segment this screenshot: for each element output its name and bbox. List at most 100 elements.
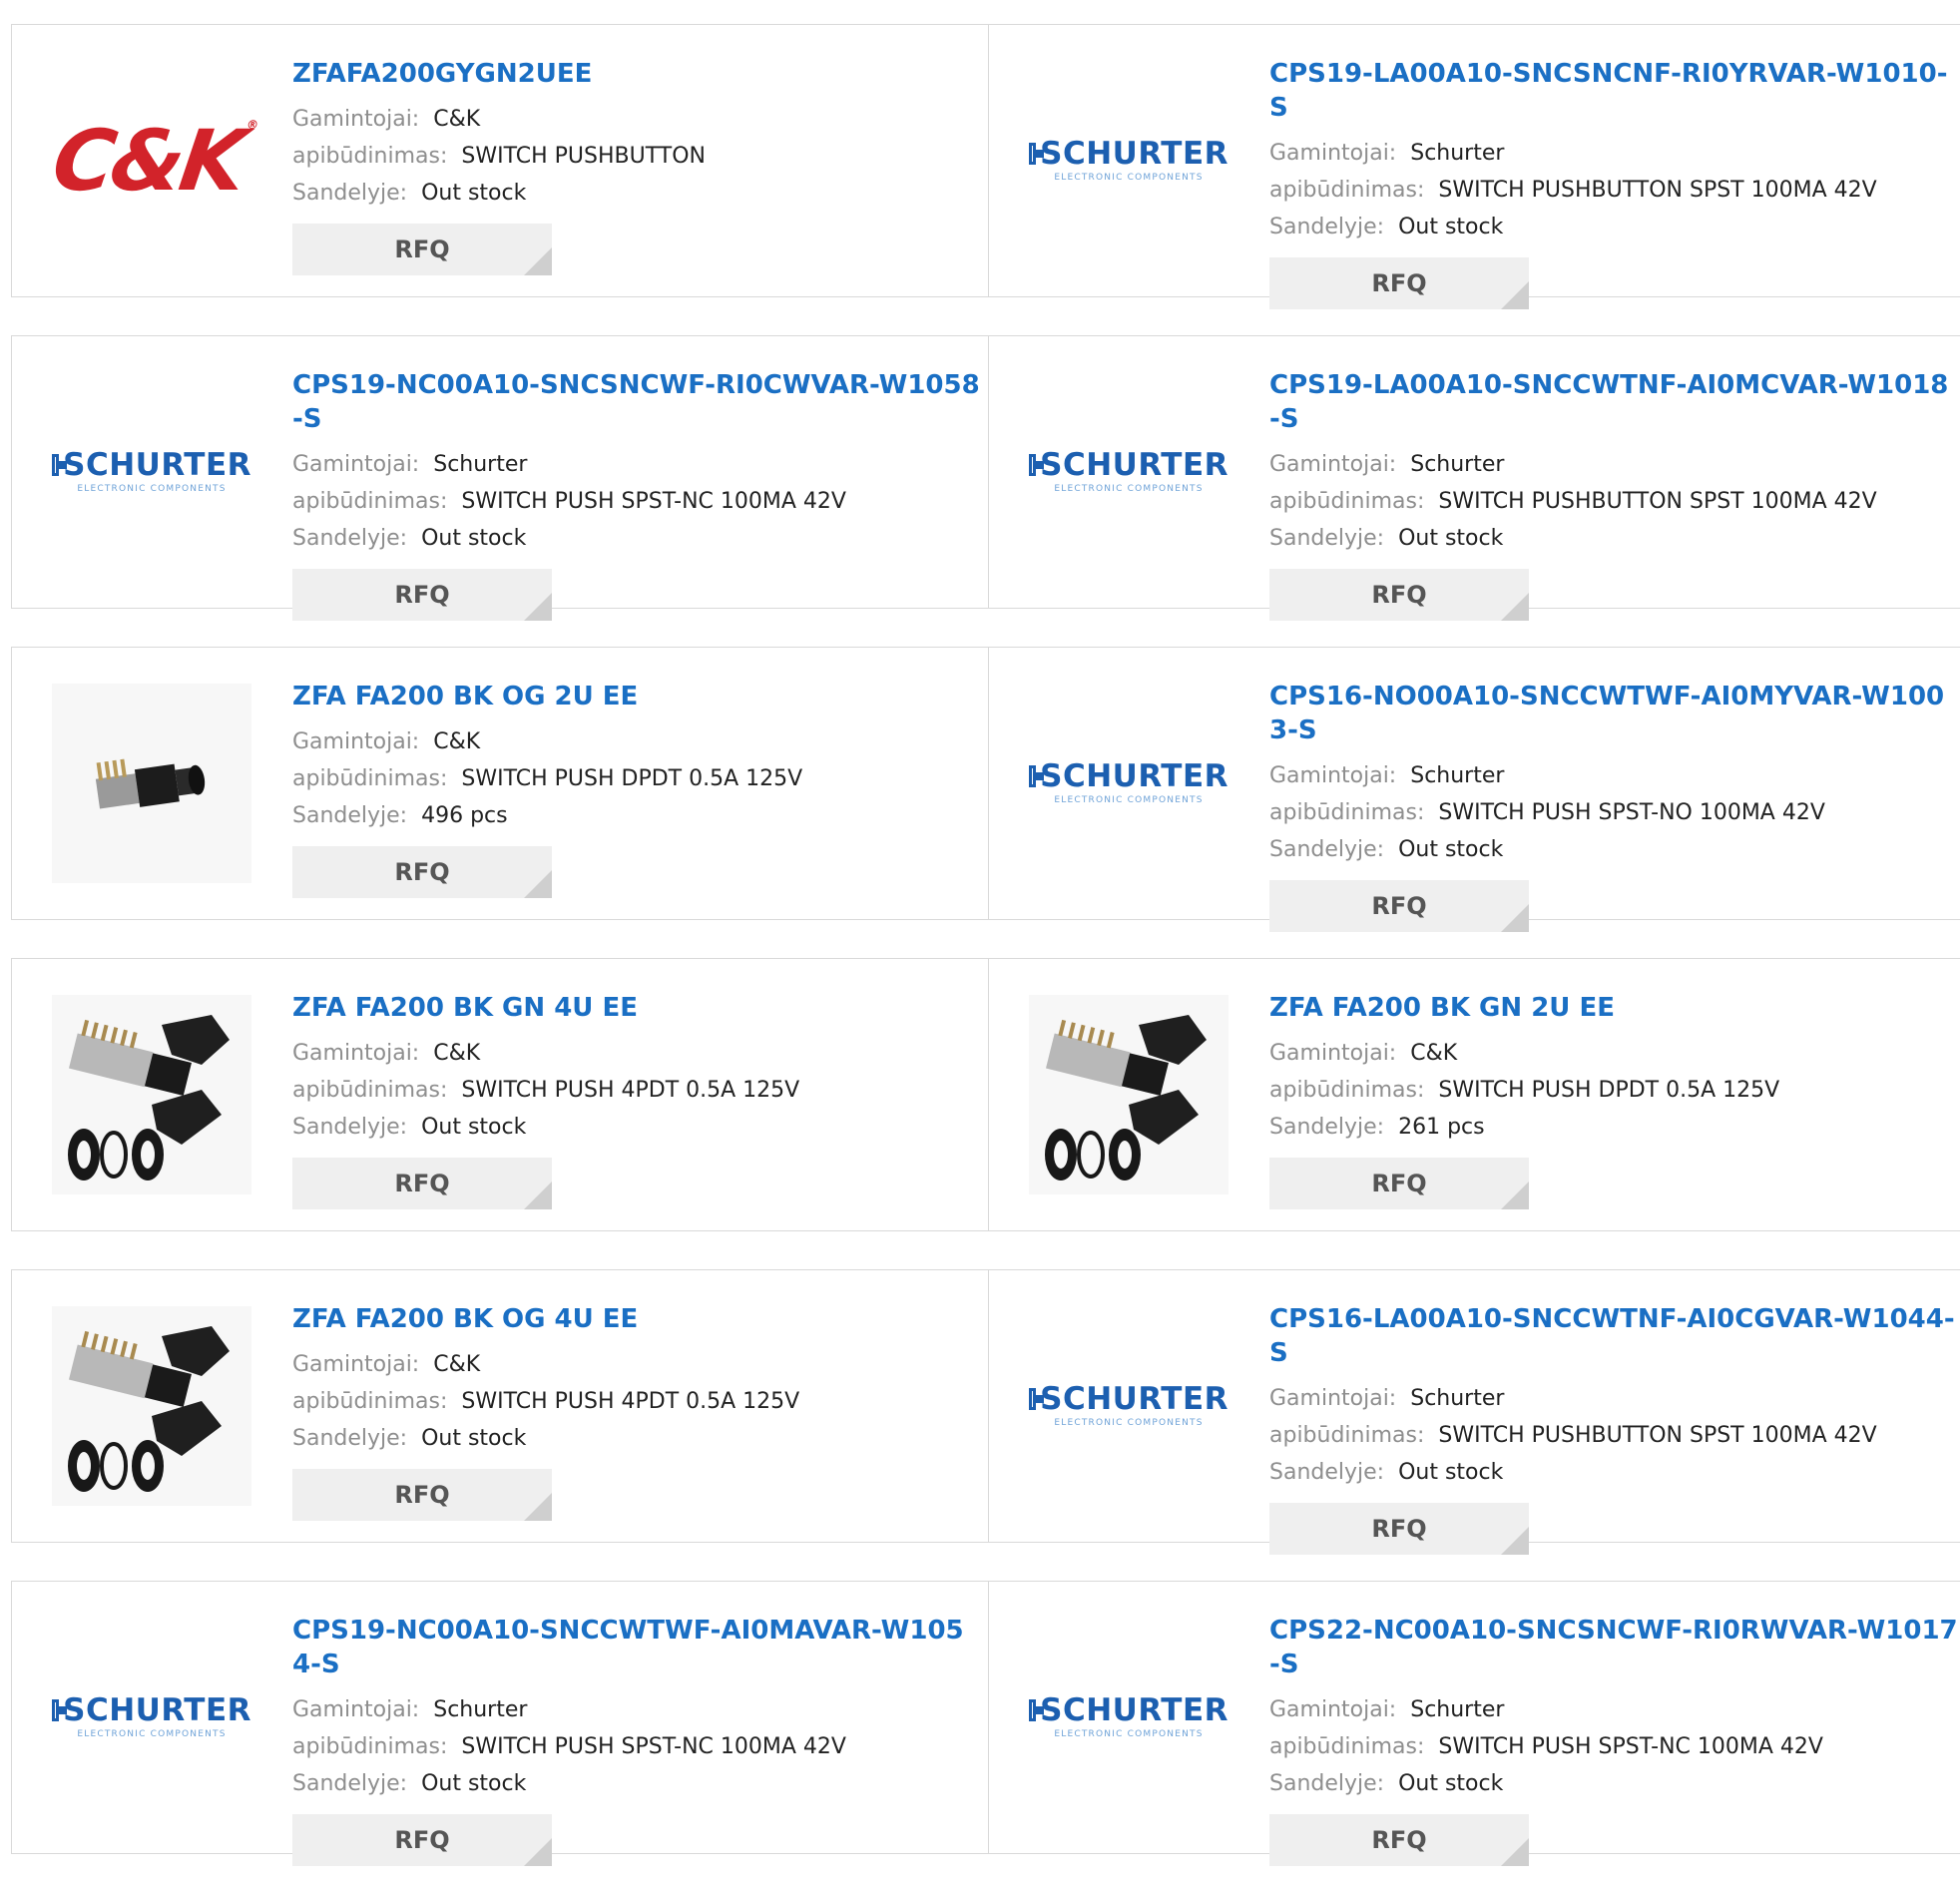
switch-photo-graphic (52, 684, 251, 883)
product-image[interactable]: C&K® (47, 61, 255, 260)
rfq-button[interactable]: RFQ (292, 224, 552, 275)
rfq-button[interactable]: RFQ (292, 569, 552, 621)
rfq-button[interactable]: RFQ (1269, 569, 1529, 621)
product-row: SCHURTER ELECTRONIC COMPONENTS CPS19-NC00… (11, 1581, 1960, 1866)
manufacturer-value: C&K (1410, 1041, 1458, 1066)
schurter-logo-tagline: ELECTRONIC COMPONENTS (1054, 1729, 1204, 1739)
product-image[interactable]: SCHURTER ELECTRONIC COMPONENTS (52, 372, 251, 572)
manufacturer-label: Gamintojai: (1269, 1386, 1397, 1411)
corner-fold-icon (524, 1838, 552, 1866)
product-card: SCHURTER ELECTRONIC COMPONENTS CPS16-LA00… (988, 1269, 1960, 1555)
description-row: apibūdinimas: SWITCH PUSH 4PDT 0.5A 125V (292, 1072, 991, 1109)
manufacturer-value: Schurter (1410, 141, 1505, 166)
rfq-button[interactable]: RFQ (1269, 257, 1529, 309)
manufacturer-row: Gamintojai: C&K (292, 1035, 991, 1072)
product-title-link[interactable]: ZFA FA200 BK GN 2U EE (1269, 991, 1958, 1025)
description-value: SWITCH PUSH SPST-NC 100MA 42V (1438, 1734, 1823, 1759)
rfq-button[interactable]: RFQ (292, 1158, 552, 1209)
product-image[interactable] (52, 684, 251, 883)
product-card: SCHURTER ELECTRONIC COMPONENTS CPS19-NC00… (11, 335, 991, 621)
product-info: ZFA FA200 BK OG 4U EE Gamintojai: C&K api… (292, 1302, 991, 1521)
manufacturer-row: Gamintojai: Schurter (292, 446, 991, 483)
product-card: ZFA FA200 BK OG 2U EE Gamintojai: C&K api… (11, 647, 989, 920)
product-row: C&K® ZFAFA200GYGN2UEE Gamintojai: C&K api… (11, 24, 1960, 309)
product-image[interactable] (52, 1306, 251, 1506)
rfq-label: RFQ (1371, 1826, 1427, 1854)
description-row: apibūdinimas: SWITCH PUSH DPDT 0.5A 125V (292, 760, 991, 797)
manufacturer-value: C&K (433, 1352, 481, 1377)
schurter-s-icon (1029, 1699, 1045, 1721)
product-title-link[interactable]: ZFA FA200 BK OG 4U EE (292, 1302, 981, 1336)
product-title-link[interactable]: CPS19-NC00A10-SNCSNCWF-RI0CWVAR-W1058-S (292, 368, 981, 436)
stock-label: Sandelyje: (1269, 1771, 1385, 1796)
product-title-link[interactable]: ZFAFA200GYGN2UEE (292, 57, 981, 91)
schurter-s-icon (52, 454, 68, 476)
rfq-button[interactable]: RFQ (292, 1814, 552, 1866)
description-value: SWITCH PUSH SPST-NC 100MA 42V (461, 489, 846, 514)
schurter-logo-tagline: ELECTRONIC COMPONENTS (77, 1729, 227, 1739)
product-title-link[interactable]: ZFA FA200 BK OG 2U EE (292, 680, 981, 713)
description-value: SWITCH PUSHBUTTON SPST 100MA 42V (1438, 1423, 1877, 1448)
switch-photo-graphic (1029, 995, 1228, 1194)
description-label: apibūdinimas: (292, 1078, 448, 1103)
manufacturer-row: Gamintojai: Schurter (1269, 1380, 1960, 1417)
schurter-s-icon (1029, 765, 1045, 787)
manufacturer-label: Gamintojai: (292, 107, 420, 132)
stock-value: Out stock (1398, 215, 1504, 239)
rfq-button[interactable]: RFQ (1269, 1158, 1529, 1209)
manufacturer-row: Gamintojai: Schurter (1269, 135, 1960, 172)
product-title-link[interactable]: CPS19-LA00A10-SNCSNCNF-RI0YRVAR-W1010-S (1269, 57, 1958, 125)
schurter-logo-name: SCHURTER (1029, 1382, 1228, 1416)
schurter-logo-text: SCHURTER (63, 1692, 251, 1728)
product-image[interactable]: SCHURTER ELECTRONIC COMPONENTS (1029, 1306, 1228, 1506)
product-info: CPS19-LA00A10-SNCSNCNF-RI0YRVAR-W1010-S … (1269, 57, 1960, 309)
product-title-link[interactable]: CPS19-LA00A10-SNCCWTNF-AI0MCVAR-W1018-S (1269, 368, 1958, 436)
rfq-button[interactable]: RFQ (1269, 1814, 1529, 1866)
description-value: SWITCH PUSH DPDT 0.5A 125V (1438, 1078, 1780, 1103)
description-label: apibūdinimas: (292, 489, 448, 514)
product-row: ZFA FA200 BK OG 4U EE Gamintojai: C&K api… (11, 1269, 1960, 1555)
ck-logo: C&K® (47, 112, 255, 210)
stock-row: Sandelyje: Out stock (292, 520, 991, 557)
product-info: CPS19-LA00A10-SNCCWTNF-AI0MCVAR-W1018-S … (1269, 368, 1960, 621)
manufacturer-row: Gamintojai: Schurter (1269, 446, 1960, 483)
switch-photo (52, 995, 251, 1194)
schurter-s-icon (1029, 143, 1045, 165)
description-row: apibūdinimas: SWITCH PUSH 4PDT 0.5A 125V (292, 1383, 991, 1420)
rfq-label: RFQ (1371, 892, 1427, 920)
stock-value: Out stock (421, 181, 527, 206)
product-image[interactable]: SCHURTER ELECTRONIC COMPONENTS (1029, 61, 1228, 260)
stock-label: Sandelyje: (292, 1426, 408, 1451)
stock-row: Sandelyje: 261 pcs (1269, 1109, 1960, 1146)
product-title-link[interactable]: CPS19-NC00A10-SNCCWTWF-AI0MAVAR-W1054-S (292, 1614, 981, 1681)
rfq-button[interactable]: RFQ (292, 1469, 552, 1521)
rfq-button[interactable]: RFQ (1269, 880, 1529, 932)
schurter-logo-tagline: ELECTRONIC COMPONENTS (1054, 173, 1204, 183)
ck-logo-text: C&K (47, 112, 248, 210)
product-card: SCHURTER ELECTRONIC COMPONENTS CPS16-NO00… (988, 647, 1960, 932)
stock-row: Sandelyje: 496 pcs (292, 797, 991, 834)
rfq-button[interactable]: RFQ (292, 846, 552, 898)
product-image[interactable] (52, 995, 251, 1194)
schurter-s-icon (1029, 1388, 1045, 1410)
stock-value: 496 pcs (421, 803, 508, 828)
rfq-button[interactable]: RFQ (1269, 1503, 1529, 1555)
product-image[interactable]: SCHURTER ELECTRONIC COMPONENTS (1029, 372, 1228, 572)
description-row: apibūdinimas: SWITCH PUSHBUTTON SPST 100M… (1269, 483, 1960, 520)
product-image[interactable]: SCHURTER ELECTRONIC COMPONENTS (52, 1618, 251, 1817)
product-title-link[interactable]: CPS16-LA00A10-SNCCWTNF-AI0CGVAR-W1044-S (1269, 1302, 1958, 1370)
product-image[interactable] (1029, 995, 1228, 1194)
product-title-link[interactable]: ZFA FA200 BK GN 4U EE (292, 991, 981, 1025)
product-image[interactable]: SCHURTER ELECTRONIC COMPONENTS (1029, 684, 1228, 883)
product-title-link[interactable]: CPS22-NC00A10-SNCSNCWF-RI0RWVAR-W1017-S (1269, 1614, 1958, 1681)
product-title-link[interactable]: CPS16-NO00A10-SNCCWTWF-AI0MYVAR-W1003-S (1269, 680, 1958, 747)
rfq-label: RFQ (1371, 1170, 1427, 1197)
description-label: apibūdinimas: (1269, 1423, 1425, 1448)
stock-value: 261 pcs (1398, 1115, 1485, 1140)
product-image[interactable]: SCHURTER ELECTRONIC COMPONENTS (1029, 1618, 1228, 1817)
product-info: CPS19-NC00A10-SNCCWTWF-AI0MAVAR-W1054-S … (292, 1614, 991, 1866)
description-label: apibūdinimas: (292, 766, 448, 791)
manufacturer-row: Gamintojai: Schurter (1269, 1691, 1960, 1728)
rfq-label: RFQ (394, 858, 450, 886)
corner-fold-icon (1501, 1527, 1529, 1555)
